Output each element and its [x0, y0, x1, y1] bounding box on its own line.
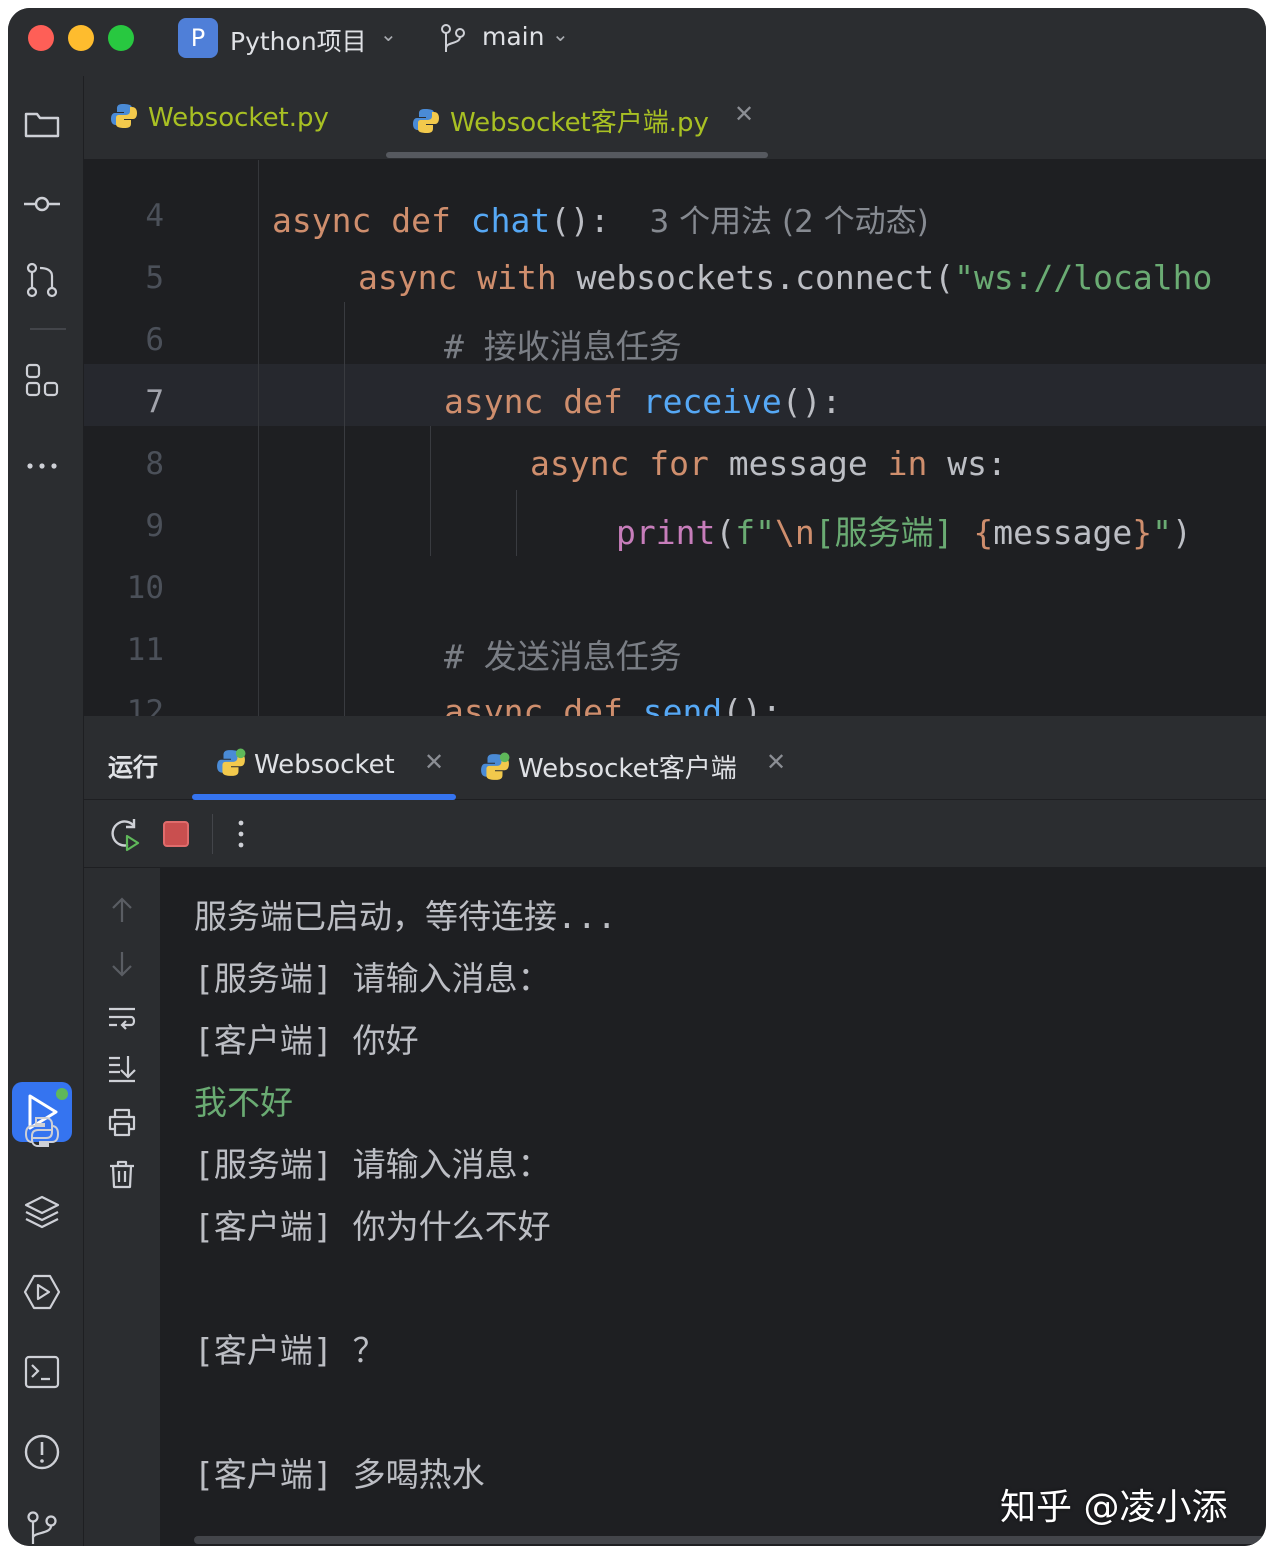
git-branch-icon — [441, 24, 465, 52]
close-window-button[interactable] — [28, 25, 54, 51]
tool-window-bar — [8, 76, 84, 1546]
horizontal-scrollbar[interactable] — [194, 1536, 1266, 1544]
line-number-current: 7 — [145, 384, 164, 420]
tab-websocket-client-py[interactable]: Websocket客户端.py — [412, 102, 709, 139]
project-badge[interactable]: P — [178, 18, 218, 58]
run-tab-label: Websocket客户端 — [518, 754, 737, 784]
folder-icon[interactable] — [22, 104, 62, 144]
minimize-window-button[interactable] — [68, 25, 94, 51]
python-file-icon — [111, 104, 137, 128]
arrow-up-icon[interactable] — [106, 894, 138, 926]
console-line: [客户端] 你为什么不好 — [194, 1207, 551, 1246]
toolbar-separator — [212, 814, 213, 854]
close-tab-icon[interactable]: ✕ — [734, 100, 754, 128]
active-tab-indicator — [386, 152, 768, 158]
editor-tabs: Websocket.py Websocket客户端.py ✕ — [84, 76, 1266, 160]
console-line: [客户端] 你好 — [194, 1021, 419, 1060]
python-run-icon — [481, 752, 510, 780]
code-line-6: # 接收消息任务 — [444, 327, 682, 366]
services-icon[interactable] — [22, 1272, 62, 1312]
indent-guide — [430, 426, 431, 556]
run-tab-websocket-client[interactable]: Websocket客户端 — [480, 748, 737, 785]
console-actions — [84, 868, 160, 1546]
layers-icon[interactable] — [22, 1192, 62, 1232]
console-line: [客户端] 多喝热水 — [194, 1455, 485, 1494]
title-bar: P Python项目 ⌄ main ⌄ — [8, 8, 1266, 76]
more-vertical-icon[interactable] — [232, 816, 250, 852]
watermark: 知乎 @凌小添 — [1000, 1487, 1228, 1528]
line-number: 4 — [145, 198, 164, 234]
run-tab-websocket[interactable]: Websocket — [216, 748, 395, 780]
line-number: 12 — [126, 694, 164, 716]
chevron-down-icon[interactable]: ⌄ — [380, 22, 397, 46]
tab-label: Websocket.py — [148, 103, 329, 133]
gutter-divider — [258, 160, 259, 716]
more-icon[interactable] — [22, 446, 62, 486]
close-run-tab-icon[interactable]: ✕ — [766, 748, 786, 776]
git-icon[interactable] — [22, 1508, 62, 1546]
tab-websocket-py[interactable]: Websocket.py — [110, 102, 329, 133]
indent-guide — [344, 302, 345, 716]
code-line-8: async for message in ws: — [530, 444, 1007, 483]
print-icon[interactable] — [106, 1106, 138, 1138]
line-number: 9 — [145, 508, 164, 544]
usage-hint[interactable]: 3 个用法 (2 个动态) — [650, 204, 929, 240]
tab-label: Websocket客户端.py — [450, 108, 709, 138]
line-number: 10 — [126, 570, 164, 606]
python-run-icon — [217, 748, 246, 776]
line-number: 11 — [126, 632, 164, 668]
code-line-12: async def send(): — [444, 692, 782, 716]
code-line-7: async def receive(): — [444, 382, 842, 421]
terminal-icon[interactable] — [22, 1352, 62, 1392]
console-output[interactable]: 服务端已启动，等待连接... [服务端] 请输入消息： [客户端] 你好 我不好… — [160, 868, 1266, 1546]
line-number: 5 — [145, 260, 164, 296]
line-number: 6 — [145, 322, 164, 358]
indent-guide — [516, 490, 517, 556]
zoom-window-button[interactable] — [108, 25, 134, 51]
close-run-tab-icon[interactable]: ✕ — [424, 748, 444, 776]
console-line: 服务端已启动，等待连接... — [194, 897, 617, 936]
chevron-down-icon[interactable]: ⌄ — [552, 22, 569, 46]
code-line-5: async with websockets.connect("ws://loca… — [358, 258, 1213, 297]
soft-wrap-icon[interactable] — [106, 1002, 138, 1034]
console-line: [客户端] ？ — [194, 1331, 386, 1370]
scroll-to-end-icon[interactable] — [106, 1052, 138, 1084]
stop-icon[interactable] — [162, 820, 190, 848]
commit-icon[interactable] — [22, 184, 62, 224]
console-input-line: 我不好 — [194, 1083, 293, 1122]
code-editor[interactable]: 4 5 6 7 8 9 10 11 12 async def chat(): 3… — [84, 160, 1266, 716]
run-toolbar — [84, 800, 1266, 868]
line-number: 8 — [145, 446, 164, 482]
run-panel-title: 运行 — [108, 753, 159, 782]
pull-request-icon[interactable] — [22, 260, 62, 300]
problems-icon[interactable] — [22, 1432, 62, 1472]
run-tab-label: Websocket — [254, 750, 395, 780]
project-selector[interactable]: Python项目 — [230, 22, 367, 58]
structure-icon[interactable] — [22, 360, 62, 400]
console-line: [服务端] 请输入消息： — [194, 1145, 551, 1184]
arrow-down-icon[interactable] — [106, 948, 138, 980]
ide-window: P Python项目 ⌄ main ⌄ Websocket.py Websock… — [8, 8, 1266, 1546]
rerun-icon[interactable] — [106, 816, 142, 852]
sidebar-separator — [30, 328, 66, 330]
code-line-4: async def chat(): 3 个用法 (2 个动态) — [272, 201, 929, 240]
code-line-9: print(f"\n[服务端] {message}") — [616, 513, 1192, 552]
code-line-11: # 发送消息任务 — [444, 637, 682, 676]
trash-icon[interactable] — [106, 1158, 138, 1190]
python-file-icon — [413, 109, 439, 133]
console-line: [服务端] 请输入消息： — [194, 959, 551, 998]
python-console-icon[interactable] — [22, 1112, 62, 1152]
run-panel-header: 运行 Websocket ✕ Websocket客户端 ✕ — [84, 716, 1266, 800]
branch-selector[interactable]: main — [482, 22, 544, 51]
